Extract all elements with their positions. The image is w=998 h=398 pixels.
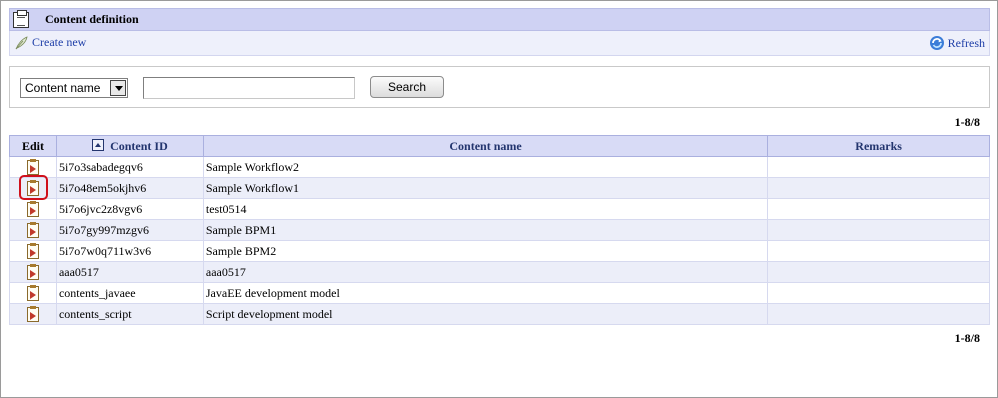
edit-icon[interactable]	[25, 221, 41, 239]
content-name-cell: JavaEE development model	[202, 282, 769, 304]
table-row: 5i7o6jvc2z8vgv6 test0514	[9, 198, 990, 220]
remarks-cell	[767, 282, 990, 304]
content-name-cell: Script development model	[202, 303, 769, 325]
edit-icon[interactable]	[25, 200, 41, 218]
edit-icon[interactable]	[25, 158, 41, 176]
pager-bottom: 1-8/8	[954, 331, 980, 345]
content-definition-window: Content definition Create new Refresh Co…	[0, 0, 998, 398]
content-id-cell: contents_javaee	[55, 282, 204, 304]
column-header-content-id-label: Content ID	[110, 138, 168, 153]
title-bar: Content definition	[9, 8, 990, 31]
pager-top: 1-8/8	[954, 115, 980, 129]
edit-icon[interactable]	[25, 263, 41, 281]
table-row: contents_javaee JavaEE development model	[9, 282, 990, 304]
search-button[interactable]: Search	[370, 76, 444, 98]
search-field-value: Content name	[25, 81, 101, 95]
edit-icon[interactable]	[25, 305, 41, 323]
table-row: 5i7o48em5okjhv6 Sample Workflow1	[9, 177, 990, 199]
column-header-content-name[interactable]: Content name	[202, 135, 769, 157]
content-table: Edit Content ID Content name Remarks 5i7…	[9, 135, 990, 325]
table-row: 5i7o7w0q711w3v6 Sample BPM2	[9, 240, 990, 262]
remarks-cell	[767, 219, 990, 241]
content-id-cell: aaa0517	[55, 261, 204, 283]
table-row: aaa0517 aaa0517	[9, 261, 990, 283]
feather-pen-icon	[15, 35, 28, 49]
create-new-link[interactable]: Create new	[14, 35, 86, 50]
refresh-label: Refresh	[947, 35, 985, 50]
content-id-cell: contents_script	[55, 303, 204, 325]
content-name-cell: Sample Workflow1	[202, 177, 769, 199]
content-name-cell: Sample Workflow2	[202, 156, 769, 178]
refresh-icon	[929, 36, 944, 50]
remarks-cell	[767, 261, 990, 283]
table-row: contents_script Script development model	[9, 303, 990, 325]
content-id-cell: 5i7o6jvc2z8vgv6	[55, 198, 204, 220]
toolbar: Create new Refresh	[9, 31, 990, 56]
content-id-cell: 5i7o7gy997mzgv6	[55, 219, 204, 241]
content-name-cell: Sample BPM1	[202, 219, 769, 241]
search-field-select[interactable]: Content name	[20, 78, 128, 98]
remarks-cell	[767, 240, 990, 262]
chevron-down-icon[interactable]	[110, 80, 126, 96]
content-id-cell: 5i7o7w0q711w3v6	[55, 240, 204, 262]
content-name-cell: Sample BPM2	[202, 240, 769, 262]
sort-ascending-icon[interactable]	[92, 138, 105, 151]
edit-icon[interactable]	[25, 284, 41, 302]
remarks-cell	[767, 177, 990, 199]
content-name-cell: aaa0517	[202, 261, 769, 283]
edit-icon[interactable]	[25, 242, 41, 260]
table-row: 5i7o3sabadegqv6 Sample Workflow2	[9, 156, 990, 178]
search-panel: Content name Search	[9, 66, 990, 108]
table-row: 5i7o7gy997mzgv6 Sample BPM1	[9, 219, 990, 241]
table-header-row: Edit Content ID Content name Remarks	[9, 135, 990, 157]
column-header-content-id[interactable]: Content ID	[55, 135, 204, 157]
refresh-link[interactable]: Refresh	[929, 35, 985, 51]
content-id-cell: 5i7o3sabadegqv6	[55, 156, 204, 178]
edit-icon[interactable]	[25, 179, 41, 197]
content-name-cell: test0514	[202, 198, 769, 220]
content-id-cell: 5i7o48em5okjhv6	[55, 177, 204, 199]
create-new-label: Create new	[32, 35, 87, 49]
remarks-cell	[767, 156, 990, 178]
page-title: Content definition	[45, 12, 139, 26]
search-input[interactable]	[143, 77, 355, 99]
column-header-edit: Edit	[9, 135, 57, 157]
column-header-remarks[interactable]: Remarks	[767, 135, 990, 157]
remarks-cell	[767, 303, 990, 325]
clipboard-icon	[13, 9, 29, 28]
remarks-cell	[767, 198, 990, 220]
